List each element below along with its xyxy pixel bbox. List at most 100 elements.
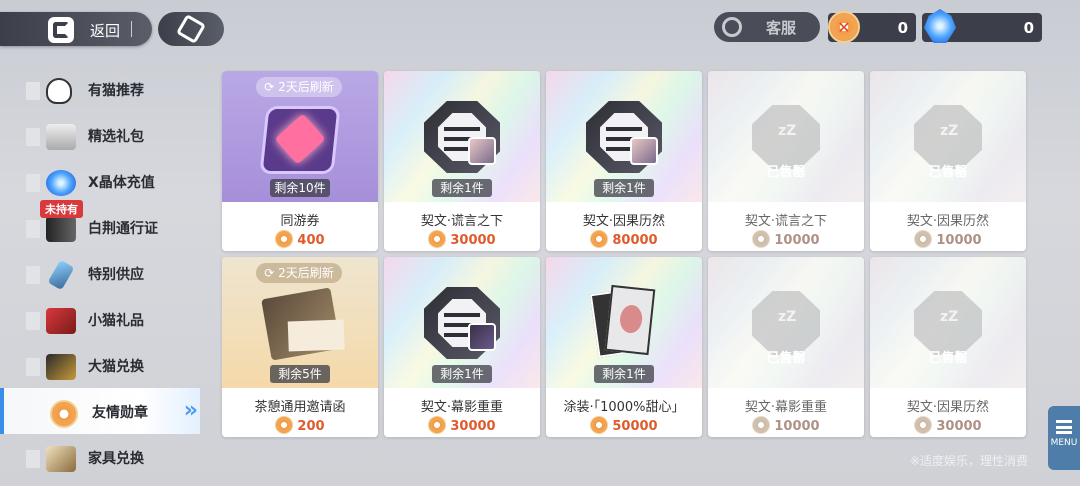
shop-card-sold-out: zZ 已售罄 契文·谎言之下 10000 [708,71,864,251]
sold-out-label: 已售罄 [766,351,806,366]
shop-card-sold-out: zZ 已售罄 契文·因果历然 10000 [870,71,1026,251]
friendship-coin-icon [590,230,609,248]
item-name: 契文·因果历然 [906,214,990,229]
sidebar-item-label: 特别供应 [88,267,144,283]
sidebar: 有猫推荐 精选礼包 X晶体充值 未持有 白荆通行证 特别供应 小猫礼品 大猫兑换… [0,66,200,486]
sold-out-label: 已售罄 [766,165,806,180]
back-label[interactable]: 返回 [90,20,120,41]
chevron-right-icon: » [183,398,198,423]
friendship-currency-display: ✕ 0 [828,11,916,43]
hamburger-icon [1056,420,1072,434]
sidebar-item-big-exchange[interactable]: 大猫兑换 [0,342,200,388]
sidebar-item-friendship-medal[interactable]: 友情勋章 » [0,388,200,434]
item-name: 契文·因果历然 [582,214,666,229]
big-exchange-icon [46,354,76,380]
remaining-count: 剩余1件 [432,365,492,383]
pass-card-icon [46,216,76,242]
sidebar-item-special-supply[interactable]: 特别供应 [0,250,200,296]
back-logo-icon[interactable] [48,17,74,43]
friendship-coin-icon: ✕ [828,11,860,43]
item-name: 同游券 [280,214,320,229]
contract-emblem-icon [424,101,500,173]
crystal-icon [46,170,76,196]
friendship-coin-icon [590,416,609,434]
menu-label: MENU [1050,438,1078,448]
crystal-currency-display: 0 [922,9,1042,43]
item-price: 400 [222,230,378,248]
friendship-coin-icon [428,416,447,434]
friendship-coin-icon [428,230,447,248]
refresh-timer: ⟳ 2天后刷新 [256,263,342,283]
sidebar-item-crystal-recharge[interactable]: X晶体充值 [0,158,200,204]
character-portrait [630,137,658,165]
item-price: 30000 [384,230,540,248]
item-name: 契文·因果历然 [906,400,990,415]
crystal-currency-value: 0 [1023,18,1034,37]
shop-card[interactable]: 剩余1件 契文·幕影重重 30000 [384,257,540,437]
gift-pack-icon [46,124,76,150]
home-button[interactable] [158,12,224,46]
sidebar-item-gift-pack[interactable]: 精选礼包 [0,112,200,158]
shop-card[interactable]: 剩余1件 涂装·「1000%甜心」 50000 [546,257,702,437]
character-portrait [468,323,496,351]
sidebar-item-cat-recommend[interactable]: 有猫推荐 [0,66,200,112]
chat-bubble-icon [722,17,742,37]
moderation-notice: ※适度娱乐，理性消费 [910,454,1029,468]
friendship-coin-icon [914,230,933,248]
customer-service-label: 客服 [766,18,797,37]
sidebar-item-label: X晶体充值 [88,175,155,191]
item-price: 10000 [870,230,1026,248]
item-name: 茶憩通用邀请函 [254,400,346,415]
small-gift-icon [46,308,76,334]
travel-ticket-icon [262,109,338,171]
item-price: 30000 [870,416,1026,434]
outfit-card-icon [589,284,656,361]
shop-grid: ⟳ 2天后刷新 剩余10件 同游券 400 剩余1件 契文·谎言之下 30000 [222,71,1036,437]
sidebar-item-label: 大猫兑换 [88,359,144,375]
sidebar-item-label: 友情勋章 [92,405,148,421]
sidebar-item-label: 白荆通行证 [88,221,158,237]
invitation-letter-icon [261,287,345,361]
shop-card[interactable]: ⟳ 2天后刷新 剩余10件 同游券 400 [222,71,378,251]
contract-emblem-icon [424,287,500,359]
friendship-currency-value: 0 [897,18,908,37]
not-owned-badge: 未持有 [40,200,83,218]
top-bar: 返回 客服 ✕ 0 0 [0,0,1080,58]
item-price: 50000 [546,416,702,434]
sold-out-label: 已售罄 [928,165,968,180]
shop-card[interactable]: ⟳ 2天后刷新 剩余5件 茶憩通用邀请函 200 [222,257,378,437]
friendship-coin-icon [752,416,771,434]
friendship-medal-icon [50,400,78,428]
friendship-coin-icon [914,416,933,434]
item-name: 契文·谎言之下 [420,214,504,229]
shop-card[interactable]: 剩余1件 契文·因果历然 80000 [546,71,702,251]
crystal-icon [924,9,956,43]
sidebar-item-small-gift[interactable]: 小猫礼品 [0,296,200,342]
zz-icon: zZ [940,309,959,325]
refresh-timer: ⟳ 2天后刷新 [256,77,342,97]
back-button[interactable] [0,12,152,46]
shop-card-sold-out: zZ 已售罄 契文·幕影重重 10000 [708,257,864,437]
sidebar-item-pass[interactable]: 未持有 白荆通行证 [0,200,200,250]
friendship-coin-icon [275,230,294,248]
home-icon [175,13,207,45]
sold-out-label: 已售罄 [928,351,968,366]
item-price: 200 [222,416,378,434]
item-price: 80000 [546,230,702,248]
zz-icon: zZ [778,309,797,325]
sidebar-item-label: 有猫推荐 [88,83,144,99]
sidebar-item-furniture[interactable]: 家具兑换 [0,434,200,480]
sidebar-item-label: 精选礼包 [88,129,144,145]
contract-emblem-icon [586,101,662,173]
item-price: 10000 [708,416,864,434]
friendship-coin-icon [752,230,771,248]
shop-card-sold-out: zZ 已售罄 契文·因果历然 30000 [870,257,1026,437]
item-name: 契文·幕影重重 [420,400,504,415]
menu-button[interactable]: MENU [1048,406,1080,470]
customer-service-button[interactable]: 客服 [714,12,820,42]
item-price: 30000 [384,416,540,434]
item-name: 契文·幕影重重 [744,400,828,415]
sidebar-item-label: 家具兑换 [88,451,144,467]
item-name: 契文·谎言之下 [744,214,828,229]
shop-card[interactable]: 剩余1件 契文·谎言之下 30000 [384,71,540,251]
